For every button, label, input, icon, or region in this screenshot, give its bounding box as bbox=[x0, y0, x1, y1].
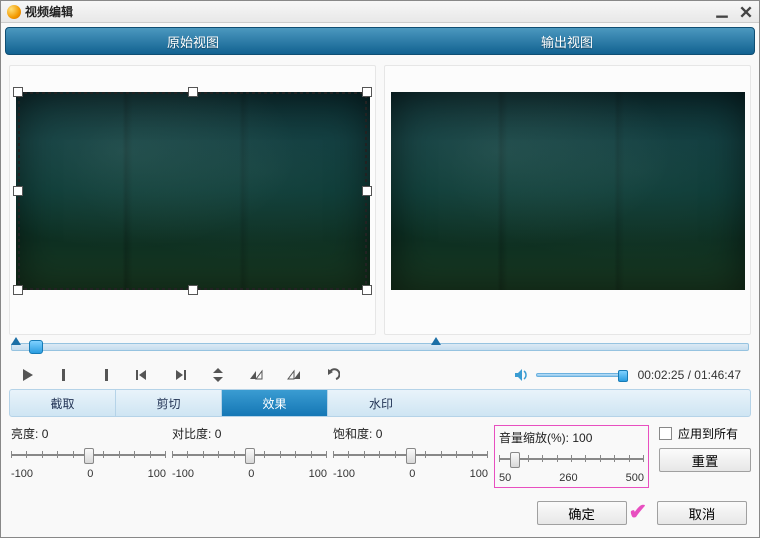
apply-to-all-row: 应用到所有 bbox=[659, 425, 751, 442]
crop-handle-br[interactable] bbox=[362, 285, 372, 295]
tab-crop[interactable]: 截取 bbox=[10, 390, 116, 416]
video-editor-window: 视频编辑 原始视图 输出视图 bbox=[0, 0, 760, 538]
original-view-label: 原始视图 bbox=[6, 28, 380, 54]
close-button[interactable] bbox=[739, 5, 753, 19]
timeline[interactable] bbox=[11, 339, 749, 357]
tab-trim[interactable]: 剪切 bbox=[116, 390, 222, 416]
tab-watermark[interactable]: 水印 bbox=[328, 390, 434, 416]
saturation-slider[interactable] bbox=[333, 448, 488, 466]
window-title: 视频编辑 bbox=[25, 3, 715, 20]
play-button[interactable] bbox=[19, 366, 37, 384]
tab-effect[interactable]: 效果 bbox=[222, 390, 328, 416]
volume-scale-group: 音量缩放(%): 100 50260500 bbox=[494, 425, 649, 488]
apply-to-all-label: 应用到所有 bbox=[678, 425, 738, 442]
transport-controls: 00:02:25 / 01:46:47 bbox=[1, 361, 759, 389]
timeline-track[interactable] bbox=[11, 343, 749, 351]
options-column: 应用到所有 重置 bbox=[655, 425, 751, 472]
volume-thumb[interactable] bbox=[618, 370, 628, 382]
undo-button[interactable] bbox=[323, 366, 341, 384]
crop-handle-bl[interactable] bbox=[13, 285, 23, 295]
tab-bar: 截取 剪切 效果 水印 bbox=[9, 389, 751, 417]
timeline-start-marker[interactable] bbox=[11, 337, 21, 345]
saturation-thumb[interactable] bbox=[406, 448, 416, 464]
rotate-right-button[interactable] bbox=[285, 366, 303, 384]
timeline-thumb[interactable] bbox=[29, 340, 43, 354]
reset-button[interactable]: 重置 bbox=[659, 448, 751, 472]
effect-settings: 亮度: 0 -1000100 对比度: 0 -1000100 饱和度: 0 bbox=[11, 425, 749, 488]
ok-button[interactable]: 确定 bbox=[537, 501, 627, 525]
prev-frame-button[interactable] bbox=[133, 366, 151, 384]
rotate-left-button[interactable] bbox=[247, 366, 265, 384]
brightness-label: 亮度: 0 bbox=[11, 425, 166, 442]
crop-selection[interactable] bbox=[18, 92, 367, 290]
crop-handle-rc[interactable] bbox=[362, 186, 372, 196]
crop-handle-tr[interactable] bbox=[362, 87, 372, 97]
volume-scale-label: 音量缩放(%): 100 bbox=[499, 429, 644, 446]
highlight-check-icon: ✔ bbox=[629, 499, 647, 525]
saturation-group: 饱和度: 0 -1000100 bbox=[333, 425, 488, 480]
cancel-button[interactable]: 取消 bbox=[657, 501, 747, 525]
volume-scale-slider[interactable] bbox=[499, 452, 644, 470]
crop-handle-tc[interactable] bbox=[188, 87, 198, 97]
output-view-label: 输出视图 bbox=[380, 28, 754, 54]
app-icon bbox=[7, 5, 21, 19]
output-preview bbox=[384, 65, 751, 335]
contrast-label: 对比度: 0 bbox=[172, 425, 327, 442]
contrast-thumb[interactable] bbox=[245, 448, 255, 464]
crop-handle-lc[interactable] bbox=[13, 186, 23, 196]
preview-header: 原始视图 输出视图 bbox=[5, 27, 755, 55]
footer: 确定 ✔ 取消 bbox=[1, 494, 759, 536]
brightness-slider[interactable] bbox=[11, 448, 166, 466]
time-display: 00:02:25 / 01:46:47 bbox=[638, 368, 741, 382]
mark-out-button[interactable] bbox=[95, 366, 113, 384]
apply-to-all-checkbox[interactable] bbox=[659, 427, 672, 440]
original-preview bbox=[9, 65, 376, 335]
crop-handle-tl[interactable] bbox=[13, 87, 23, 97]
next-frame-button[interactable] bbox=[171, 366, 189, 384]
volume-scale-thumb[interactable] bbox=[510, 452, 520, 468]
output-video-frame bbox=[391, 92, 745, 290]
crop-handle-bc[interactable] bbox=[188, 285, 198, 295]
volume-icon[interactable] bbox=[512, 366, 530, 384]
contrast-slider[interactable] bbox=[172, 448, 327, 466]
brightness-thumb[interactable] bbox=[84, 448, 94, 464]
volume-slider[interactable] bbox=[536, 373, 626, 377]
title-bar: 视频编辑 bbox=[1, 1, 759, 23]
mark-in-button[interactable] bbox=[57, 366, 75, 384]
timeline-playhead-marker[interactable] bbox=[431, 337, 441, 345]
flip-vertical-button[interactable] bbox=[209, 366, 227, 384]
brightness-group: 亮度: 0 -1000100 bbox=[11, 425, 166, 480]
contrast-group: 对比度: 0 -1000100 bbox=[172, 425, 327, 480]
saturation-label: 饱和度: 0 bbox=[333, 425, 488, 442]
minimize-button[interactable] bbox=[715, 5, 729, 19]
preview-area bbox=[1, 59, 759, 337]
